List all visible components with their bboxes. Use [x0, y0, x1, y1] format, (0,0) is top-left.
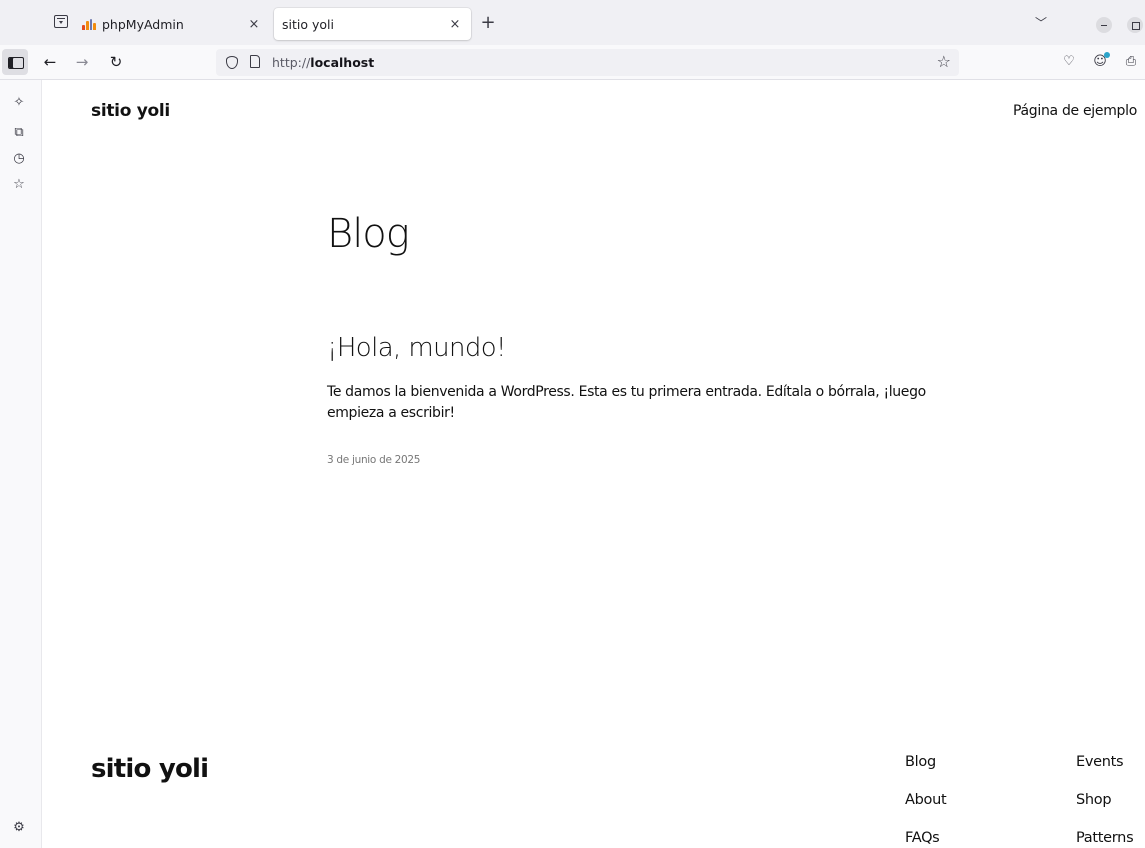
- close-tab-icon[interactable]: ×: [445, 14, 465, 34]
- pocket-icon[interactable]: ♡: [1060, 53, 1078, 71]
- maximize-button[interactable]: [1127, 17, 1143, 33]
- header-nav-link-pagina-de-ejemplo[interactable]: Página de ejemplo: [1013, 103, 1137, 119]
- web-page: sitio yoli Página de ejemplo Blog ¡Hola,…: [43, 81, 1145, 848]
- account-icon[interactable]: ☺: [1091, 52, 1110, 71]
- close-tab-icon[interactable]: ×: [244, 14, 264, 34]
- browser-sidebar: ✧ ⧉ ◷ ☆ ⚙: [0, 80, 42, 848]
- forward-arrow-icon[interactable]: →: [72, 52, 92, 72]
- tab-phpmyadmin[interactable]: phpMyAdmin ×: [74, 8, 270, 40]
- page-title: Blog: [327, 211, 410, 257]
- footer-link-patterns[interactable]: Patterns: [1076, 829, 1134, 847]
- url-bar[interactable]: http://localhost ☆: [216, 49, 959, 76]
- url-scheme: http://: [272, 55, 311, 70]
- shield-icon[interactable]: [226, 56, 238, 69]
- site-title-link[interactable]: sitio yoli: [91, 101, 170, 121]
- navigation-toolbar: ← → ↻ http://localhost ☆ ♡ ☺ ⎙: [0, 45, 1145, 80]
- url-text[interactable]: http://localhost: [272, 54, 374, 71]
- bookmark-star-icon[interactable]: ☆: [937, 53, 951, 71]
- new-tab-button[interactable]: +: [478, 14, 498, 32]
- footer-link-faqs[interactable]: FAQs: [905, 829, 946, 847]
- notification-dot: [1104, 52, 1110, 58]
- footer-site-title-link[interactable]: sitio yoli: [91, 754, 209, 784]
- sidebar-toggle-icon[interactable]: [2, 49, 28, 75]
- minimize-button[interactable]: [1096, 17, 1112, 33]
- reload-icon[interactable]: ↻: [106, 52, 126, 72]
- footer-nav-column-1: Blog About FAQs: [905, 753, 947, 847]
- back-arrow-icon[interactable]: ←: [40, 52, 60, 72]
- page-info-icon[interactable]: [250, 55, 260, 68]
- gear-icon[interactable]: ⚙: [10, 819, 28, 837]
- ai-chatbot-icon[interactable]: ✧: [10, 94, 28, 112]
- phpmyadmin-favicon-icon: [82, 18, 96, 30]
- footer-link-about[interactable]: About: [905, 791, 947, 809]
- footer-nav-column-2: Events Shop Patterns: [1076, 753, 1134, 847]
- synced-tabs-icon[interactable]: ⧉: [10, 124, 28, 142]
- tab-title: phpMyAdmin: [102, 16, 184, 32]
- browser-window: phpMyAdmin × sitio yoli × + ﹀ ← → ↻ http…: [0, 0, 1145, 848]
- post-excerpt: Te damos la bienvenida a WordPress. Esta…: [327, 384, 926, 421]
- chevron-down-icon[interactable]: ﹀: [1032, 14, 1050, 32]
- history-icon[interactable]: ◷: [10, 150, 28, 168]
- bookmarks-star-icon[interactable]: ☆: [10, 176, 28, 194]
- tab-sitio-yoli[interactable]: sitio yoli ×: [274, 8, 471, 40]
- extensions-icon[interactable]: ⎙: [1122, 53, 1140, 71]
- tab-list-icon[interactable]: [54, 15, 68, 28]
- post-date[interactable]: 3 de junio de 2025: [327, 454, 420, 466]
- tab-strip: phpMyAdmin × sitio yoli × + ﹀: [0, 0, 1145, 45]
- tab-title: sitio yoli: [282, 16, 334, 32]
- footer-link-shop[interactable]: Shop: [1076, 791, 1133, 809]
- url-host: localhost: [310, 55, 375, 70]
- footer-link-events[interactable]: Events: [1076, 753, 1133, 771]
- post-title-link[interactable]: ¡Hola, mundo!: [327, 333, 506, 363]
- footer-link-blog[interactable]: Blog: [905, 753, 946, 771]
